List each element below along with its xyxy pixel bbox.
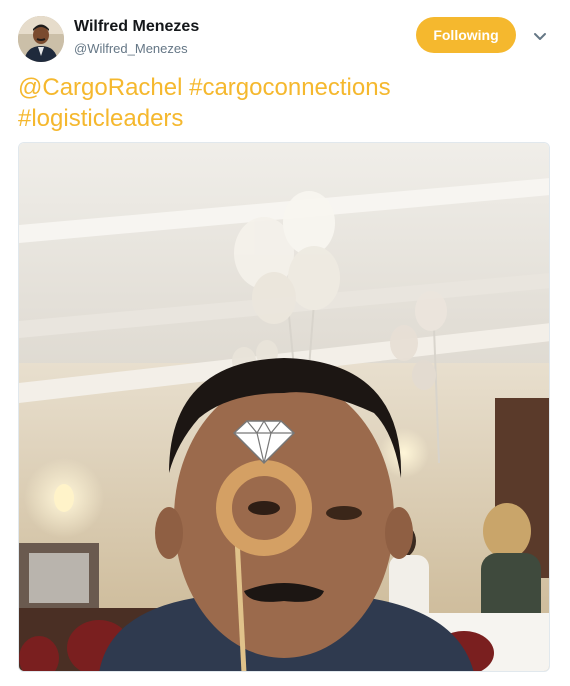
hashtag-link[interactable]: #cargoconnections [189,74,390,101]
user-handle[interactable]: @Wilfred_Menezes [74,41,188,56]
mention-link[interactable]: @CargoRachel [18,74,182,101]
hashtag-link[interactable]: #logisticleaders [18,105,183,132]
tweet-text: @CargoRachel #cargoconnections #logistic… [18,72,553,134]
display-name[interactable]: Wilfred Menezes [74,18,199,36]
avatar[interactable] [18,16,64,62]
chevron-down-icon[interactable] [530,26,550,46]
following-button[interactable]: Following [416,17,516,53]
tweet-card: Wilfred Menezes @Wilfred_Menezes Followi… [0,0,570,686]
tweet-photo[interactable] [18,142,550,672]
